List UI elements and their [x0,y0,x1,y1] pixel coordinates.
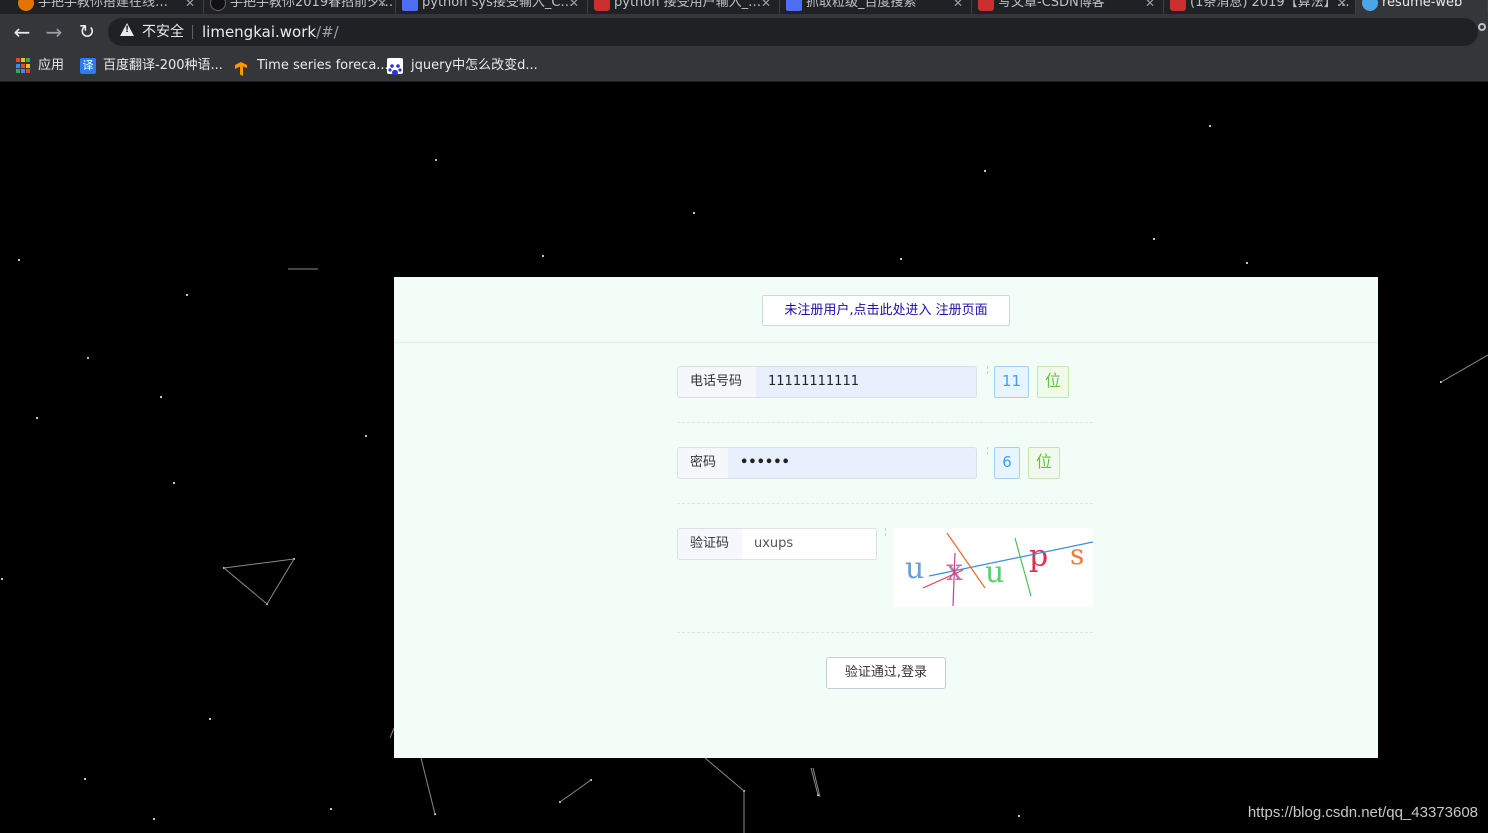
divider [885,528,886,536]
tab-favicon-icon [978,0,994,11]
browser-tab-active[interactable]: resume-web [1356,0,1488,14]
tab-title: python sys接受输入_C… [422,0,574,10]
baidu-paw-icon [387,58,403,76]
url-host: limengkai.work [202,23,317,41]
captcha-char: u [985,555,1004,590]
captcha-input[interactable]: uxups [742,528,877,560]
tab-title: python 接受用户输入_… [614,0,762,10]
close-icon[interactable]: ✕ [377,0,387,14]
tab-favicon-icon [786,0,802,11]
url-text[interactable]: limengkai.work/#/ [202,18,339,46]
reload-icon[interactable]: ↻ [75,20,99,44]
divider [394,342,1378,343]
bookmark-label: Time series foreca... [257,58,389,73]
divider [987,447,988,455]
back-icon[interactable]: ← [10,20,34,44]
close-icon[interactable]: ✕ [1145,0,1155,14]
browser-toolbar: ← → ↻ 不安全 limengkai.work/#/ [0,14,1488,50]
close-icon[interactable]: ✕ [569,0,579,14]
browser-tab[interactable]: python 接受用户输入_… ✕ [588,0,780,14]
tab-favicon-icon [402,0,418,11]
tab-favicon-icon [1362,0,1378,11]
security-label[interactable]: 不安全 [142,18,184,46]
captcha-char: s [1070,538,1084,571]
divider [677,503,1093,504]
browser-tab[interactable]: python sys接受输入_C… ✕ [396,0,588,14]
login-panel: 未注册用户,点击此处进入 注册页面 电话号码 11111111111 11 位 … [394,277,1378,758]
bookmark-label: 百度翻译-200种语... [103,58,223,73]
divider [192,25,193,39]
bookmark-baidu-translate[interactable]: 译 百度翻译-200种语... [80,50,223,82]
bookmarks-bar: 应用 译 百度翻译-200种语... Time series foreca...… [0,50,1488,82]
password-label: 密码 [677,447,729,479]
browser-tab[interactable]: 手把手教你2019春招前夕… ✕ [204,0,396,14]
tab-title: 手把手教你2019春招前夕… [230,0,394,10]
tab-favicon-icon [594,0,610,11]
browser-tab[interactable]: 写文章-CSDN博客 ✕ [972,0,1164,14]
login-button[interactable]: 验证通过,登录 [826,657,946,689]
close-icon[interactable]: ✕ [1337,0,1347,14]
phone-input[interactable]: 11111111111 [756,366,977,398]
close-icon[interactable]: ✕ [953,0,963,14]
tab-title: 手把手教你搭建在线… [38,0,169,10]
captcha-char: u [905,551,924,586]
phone-length-badge: 11 [994,366,1029,398]
browser-tab[interactable]: (1条消息) 2019【算法】… ✕ [1164,0,1356,14]
tensorflow-icon [233,58,249,76]
divider [677,422,1093,423]
close-icon[interactable]: ✕ [185,0,195,14]
password-unit-badge: 位 [1028,447,1060,479]
bookmark-apps[interactable]: 应用 [16,50,64,82]
url-path: /#/ [316,23,339,41]
extension-icon[interactable] [1478,23,1486,31]
register-link-button[interactable]: 未注册用户,点击此处进入 注册页面 [762,295,1010,326]
forward-icon[interactable]: → [42,20,66,44]
bookmark-jquery[interactable]: jquery中怎么改变d... [387,50,538,82]
address-bar[interactable]: 不安全 limengkai.work/#/ [108,18,1478,46]
bookmark-label: 应用 [38,58,65,73]
captcha-char: p [1029,539,1048,574]
tab-title: (1条消息) 2019【算法】… [1190,0,1350,10]
tab-title: resume-web [1382,0,1463,10]
tab-favicon-icon [210,0,226,11]
watermark: https://blog.csdn.net/qq_43373608 [1247,804,1478,821]
bookmark-time-series[interactable]: Time series foreca... [233,50,389,82]
browser-tab[interactable]: 手把手教你搭建在线… ✕ [12,0,204,14]
tab-title: 抓取粒级_百度搜索 [806,0,917,10]
phone-unit-badge: 位 [1037,366,1069,398]
tab-title: 写文章-CSDN博客 [998,0,1105,10]
bookmark-label: jquery中怎么改变d... [411,58,538,73]
captcha-label: 验证码 [677,528,743,560]
divider [677,632,1093,633]
password-length-badge: 6 [994,447,1020,479]
close-icon[interactable]: ✕ [761,0,771,14]
tab-strip: 手把手教你搭建在线… ✕ 手把手教你2019春招前夕… ✕ python sys接受… [0,0,1488,14]
password-input[interactable]: •••••• [728,447,977,479]
captcha-image[interactable]: u x u p s [893,528,1094,607]
tab-favicon-icon [18,0,34,11]
phone-label: 电话号码 [677,366,757,398]
translate-icon: 译 [80,58,96,74]
apps-grid-icon [16,58,32,74]
divider [987,366,988,374]
tab-favicon-icon [1170,0,1186,11]
warning-icon[interactable] [120,23,134,36]
browser-tab[interactable]: 抓取粒级_百度搜索 ✕ [780,0,972,14]
